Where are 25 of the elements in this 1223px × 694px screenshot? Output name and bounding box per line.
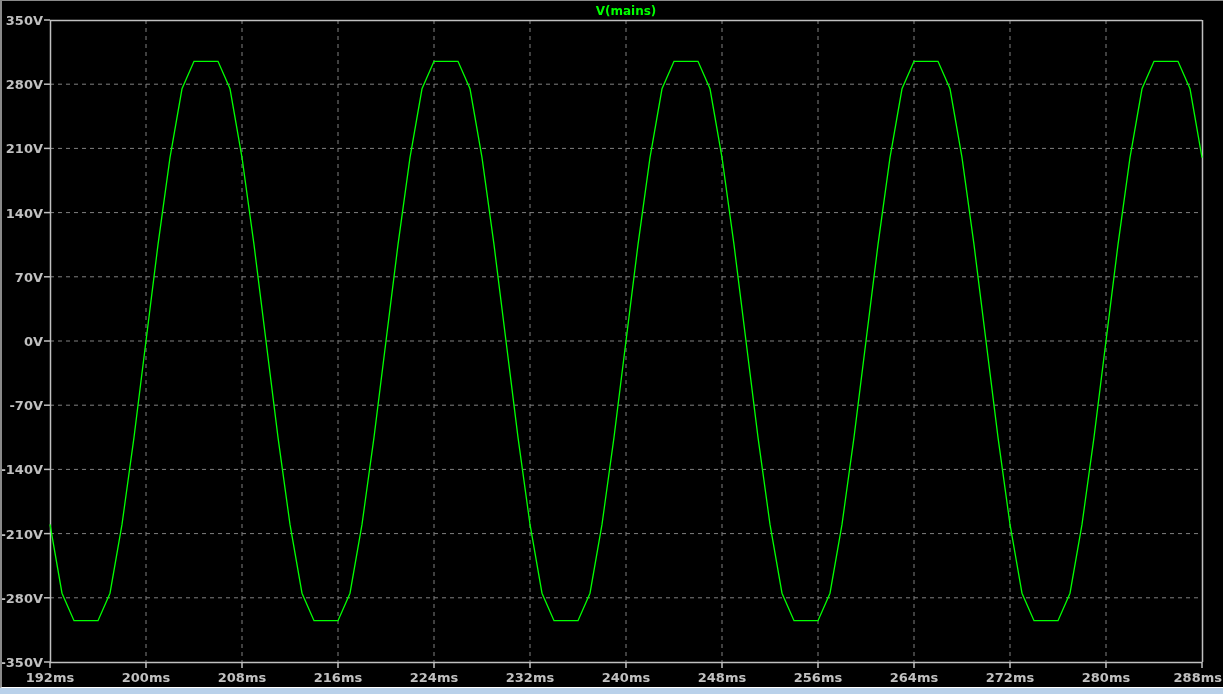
x-tick-label: 208ms xyxy=(217,670,267,685)
plot-title: V(mains) xyxy=(595,4,657,18)
x-tick-label: 200ms xyxy=(121,670,171,685)
y-tick-label: 140V xyxy=(5,205,43,221)
x-tick-label: 216ms xyxy=(313,670,363,685)
y-tick-label: 280V xyxy=(5,77,43,93)
x-tick-label: 272ms xyxy=(985,670,1035,685)
x-tick-label: 280ms xyxy=(1081,670,1131,685)
y-tick-label: 70V xyxy=(14,269,43,285)
y-tick-label: -210V xyxy=(2,526,43,542)
x-tick-label: 240ms xyxy=(601,670,651,685)
x-tick-label: 264ms xyxy=(889,670,939,685)
y-tick-label: 350V xyxy=(5,13,43,28)
x-tick-label: 256ms xyxy=(793,670,843,685)
y-tick-label: -70V xyxy=(9,398,43,414)
y-tick-label: 0V xyxy=(23,334,43,349)
x-tick-label: 192ms xyxy=(25,670,75,685)
x-tick-label: 224ms xyxy=(409,670,459,685)
y-tick-label: -350V xyxy=(2,655,43,670)
x-tick-label: 248ms xyxy=(697,670,747,685)
x-tick-label: 288ms xyxy=(1173,670,1222,685)
y-tick-label: 210V xyxy=(5,141,43,157)
y-tick-label: -140V xyxy=(2,462,43,478)
y-tick-label: -280V xyxy=(2,590,43,606)
x-tick-label: 232ms xyxy=(505,670,555,685)
